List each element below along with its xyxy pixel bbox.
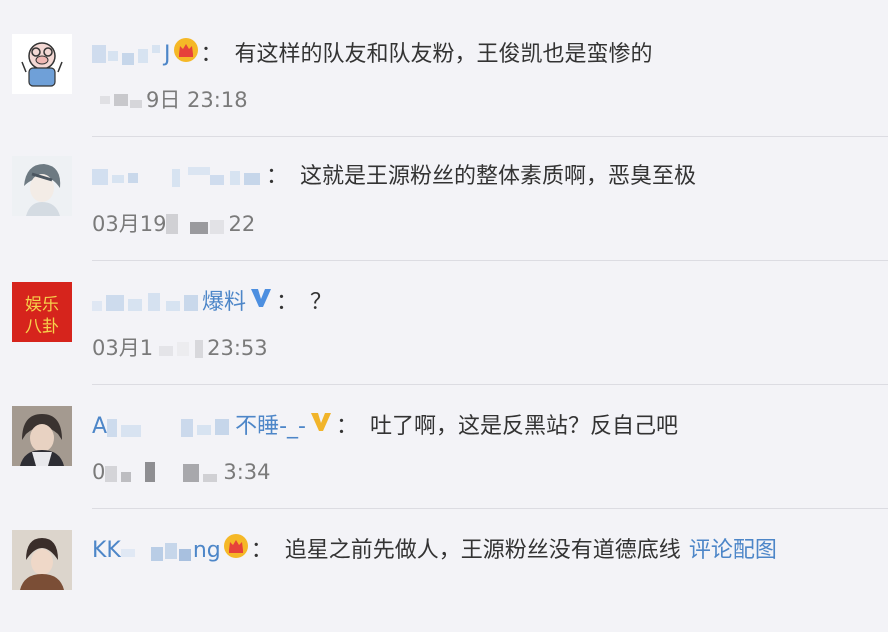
person-photo-avatar-icon bbox=[12, 406, 72, 466]
svg-text:八卦: 八卦 bbox=[25, 317, 59, 337]
username-prefix[interactable]: A bbox=[92, 411, 107, 443]
colon-separator: ： bbox=[266, 164, 289, 189]
comment-time: 03月19 22 bbox=[92, 210, 255, 238]
comment-time-suffix: 3:34 bbox=[223, 460, 271, 484]
avatar[interactable] bbox=[12, 530, 72, 590]
redacted-time bbox=[166, 212, 228, 236]
divider bbox=[92, 136, 888, 137]
avatar[interactable] bbox=[12, 34, 72, 94]
username-suffix[interactable]: 爆料 bbox=[202, 287, 246, 319]
username-suffix[interactable]: ng bbox=[193, 535, 221, 567]
comment-text: ？ bbox=[310, 290, 333, 315]
comment-item: ： 这就是王源粉丝的整体素质啊，恶臭至极 03月19 22 bbox=[0, 136, 888, 260]
comment-text: 这就是王源粉丝的整体素质啊，恶臭至极 bbox=[300, 164, 697, 189]
comment-time-prefix: 03月19 bbox=[92, 212, 167, 236]
entertainment-gossip-avatar-icon: 娱乐 八卦 bbox=[12, 282, 72, 342]
redacted-date bbox=[92, 88, 146, 112]
comment-time-prefix: 03月1 bbox=[92, 336, 154, 360]
divider bbox=[92, 384, 888, 385]
svg-text:娱乐: 娱乐 bbox=[25, 295, 59, 315]
username-suffix[interactable]: J bbox=[164, 39, 171, 71]
redacted-username[interactable] bbox=[92, 291, 202, 315]
comment-time: 03月1 23:53 bbox=[92, 334, 268, 362]
comment-time-text: 9日 23:18 bbox=[146, 88, 248, 112]
comment-time-prefix: 0 bbox=[92, 460, 106, 484]
comment-list: J ： 有这样的队友和队友粉，王俊凯也是蛮惨的 9日 23:18 ： 这就是王源… bbox=[0, 0, 888, 590]
avatar[interactable]: 娱乐 八卦 bbox=[12, 282, 72, 342]
pig-avatar-icon bbox=[12, 34, 72, 94]
redacted-username[interactable] bbox=[120, 539, 193, 563]
username-prefix[interactable]: KK bbox=[92, 535, 121, 567]
verified-v-icon bbox=[248, 285, 274, 321]
avatar[interactable] bbox=[12, 406, 72, 466]
colon-separator: ： bbox=[335, 414, 358, 439]
comment-text: 有这样的队友和队友粉，王俊凯也是蛮惨的 bbox=[234, 42, 653, 67]
comment-time-suffix: 22 bbox=[228, 212, 256, 236]
comment-item: KK ng ： 追星之前先做人，王源粉丝没有道德底线 评论配图 bbox=[0, 508, 888, 632]
comment-text: 追星之前先做人，王源粉丝没有道德底线 bbox=[284, 538, 681, 563]
redacted-username[interactable] bbox=[107, 415, 235, 439]
divider bbox=[92, 508, 888, 509]
redacted-username[interactable] bbox=[92, 165, 264, 189]
divider bbox=[92, 260, 888, 261]
comment-item: A 不睡-_- ： 吐了啊，这是反黑站？反自己吧 0 3:34 bbox=[0, 384, 888, 508]
crown-icon bbox=[173, 37, 199, 73]
comment-time-suffix: 23:53 bbox=[207, 336, 268, 360]
gold-v-icon bbox=[308, 409, 334, 445]
comment-item: 娱乐 八卦 爆料 ： ？ 03月1 23:53 bbox=[0, 260, 888, 384]
username-suffix[interactable]: 不睡-_- bbox=[235, 411, 306, 443]
sketch-person-avatar-icon bbox=[12, 156, 72, 216]
redacted-time bbox=[105, 460, 223, 484]
redacted-time bbox=[153, 336, 207, 360]
redacted-username[interactable] bbox=[92, 43, 164, 67]
colon-separator: ： bbox=[200, 42, 223, 67]
comment-time: 9日 23:18 bbox=[92, 86, 248, 114]
colon-separator: ： bbox=[250, 538, 273, 563]
avatar[interactable] bbox=[12, 156, 72, 216]
comment-time: 0 3:34 bbox=[92, 458, 271, 486]
crown-icon bbox=[223, 533, 249, 569]
comment-text: 吐了啊，这是反黑站？反自己吧 bbox=[369, 414, 678, 439]
colon-separator: ： bbox=[276, 290, 299, 315]
person-photo-avatar-icon bbox=[12, 530, 72, 590]
comment-image-link[interactable]: 评论配图 bbox=[689, 535, 777, 567]
